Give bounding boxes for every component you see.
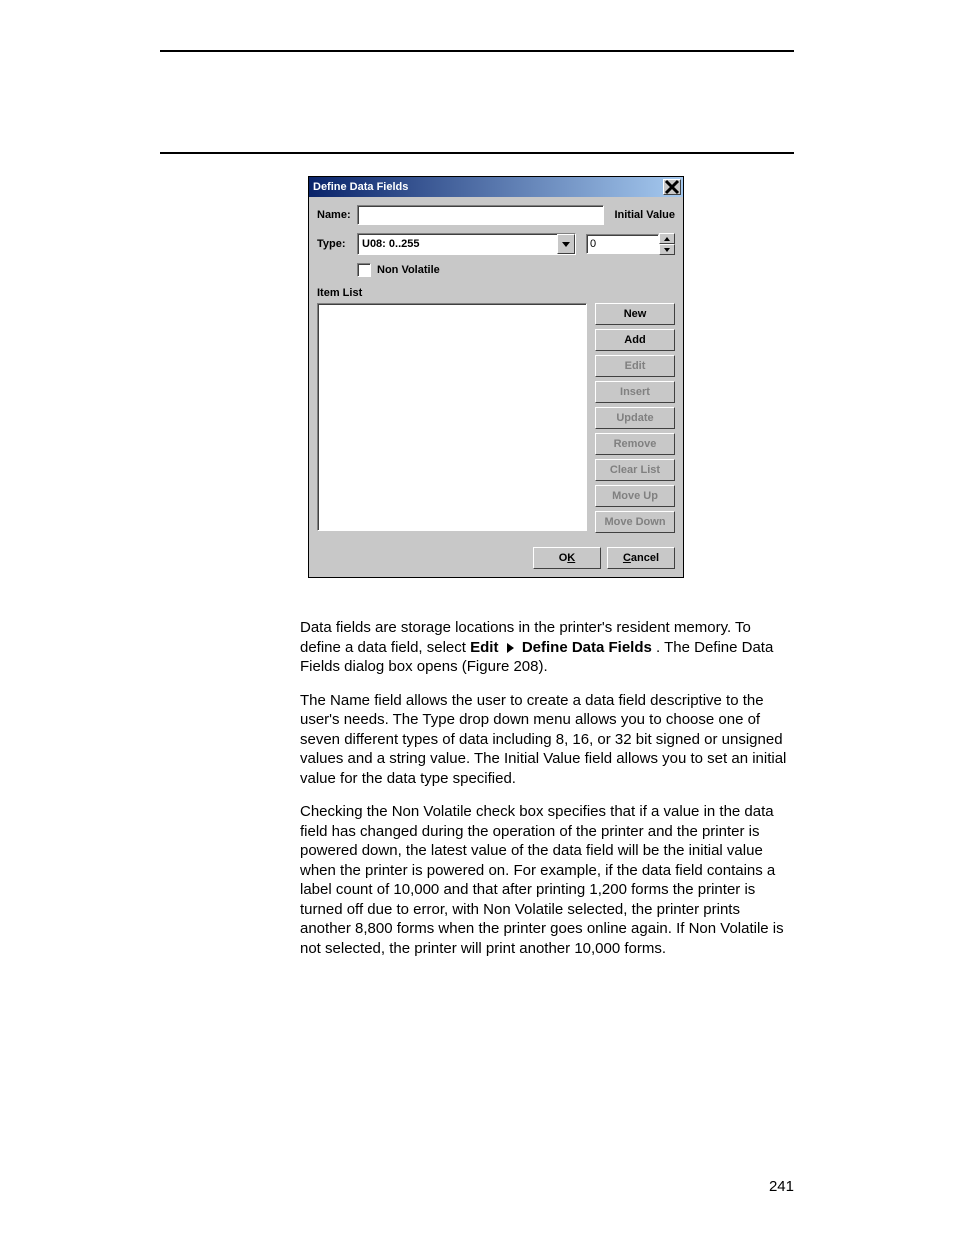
- type-label: Type:: [317, 238, 357, 250]
- non-volatile-label: Non Volatile: [377, 264, 440, 276]
- chevron-down-icon[interactable]: [557, 234, 575, 254]
- update-button[interactable]: Update: [595, 407, 675, 429]
- name-input[interactable]: [357, 205, 604, 225]
- item-list-label: Item List: [309, 285, 683, 303]
- close-icon[interactable]: [663, 179, 681, 195]
- type-dropdown-value: U08: 0..255: [358, 238, 557, 250]
- initial-value-label: Initial Value: [614, 209, 675, 221]
- initial-value-spinner[interactable]: [659, 233, 675, 255]
- initial-value-input[interactable]: 0: [586, 234, 659, 254]
- move-up-button[interactable]: Move Up: [595, 485, 675, 507]
- name-label: Name:: [317, 209, 357, 221]
- paragraph-2: The Name field allows the user to create…: [300, 691, 794, 789]
- ok-button[interactable]: OK: [533, 547, 601, 569]
- dialog-title: Define Data Fields: [313, 181, 408, 193]
- spinner-up-icon[interactable]: [659, 233, 675, 244]
- remove-button[interactable]: Remove: [595, 433, 675, 455]
- insert-button[interactable]: Insert: [595, 381, 675, 403]
- new-button[interactable]: New: [595, 303, 675, 325]
- clear-list-button[interactable]: Clear List: [595, 459, 675, 481]
- edit-button[interactable]: Edit: [595, 355, 675, 377]
- arrow-right-icon: [507, 643, 514, 653]
- page-number: 241: [769, 1178, 794, 1195]
- type-dropdown[interactable]: U08: 0..255: [357, 233, 576, 255]
- cancel-button[interactable]: Cancel: [607, 547, 675, 569]
- add-button[interactable]: Add: [595, 329, 675, 351]
- dialog-titlebar: Define Data Fields: [309, 177, 683, 197]
- move-down-button[interactable]: Move Down: [595, 511, 675, 533]
- paragraph-3: Checking the Non Volatile check box spec…: [300, 802, 794, 958]
- paragraph-1: Data fields are storage locations in the…: [300, 618, 794, 677]
- non-volatile-checkbox[interactable]: [357, 263, 371, 277]
- spinner-down-icon[interactable]: [659, 244, 675, 255]
- item-listbox[interactable]: [317, 303, 587, 531]
- define-data-fields-dialog: Define Data Fields Name: Initial Value T…: [308, 176, 684, 578]
